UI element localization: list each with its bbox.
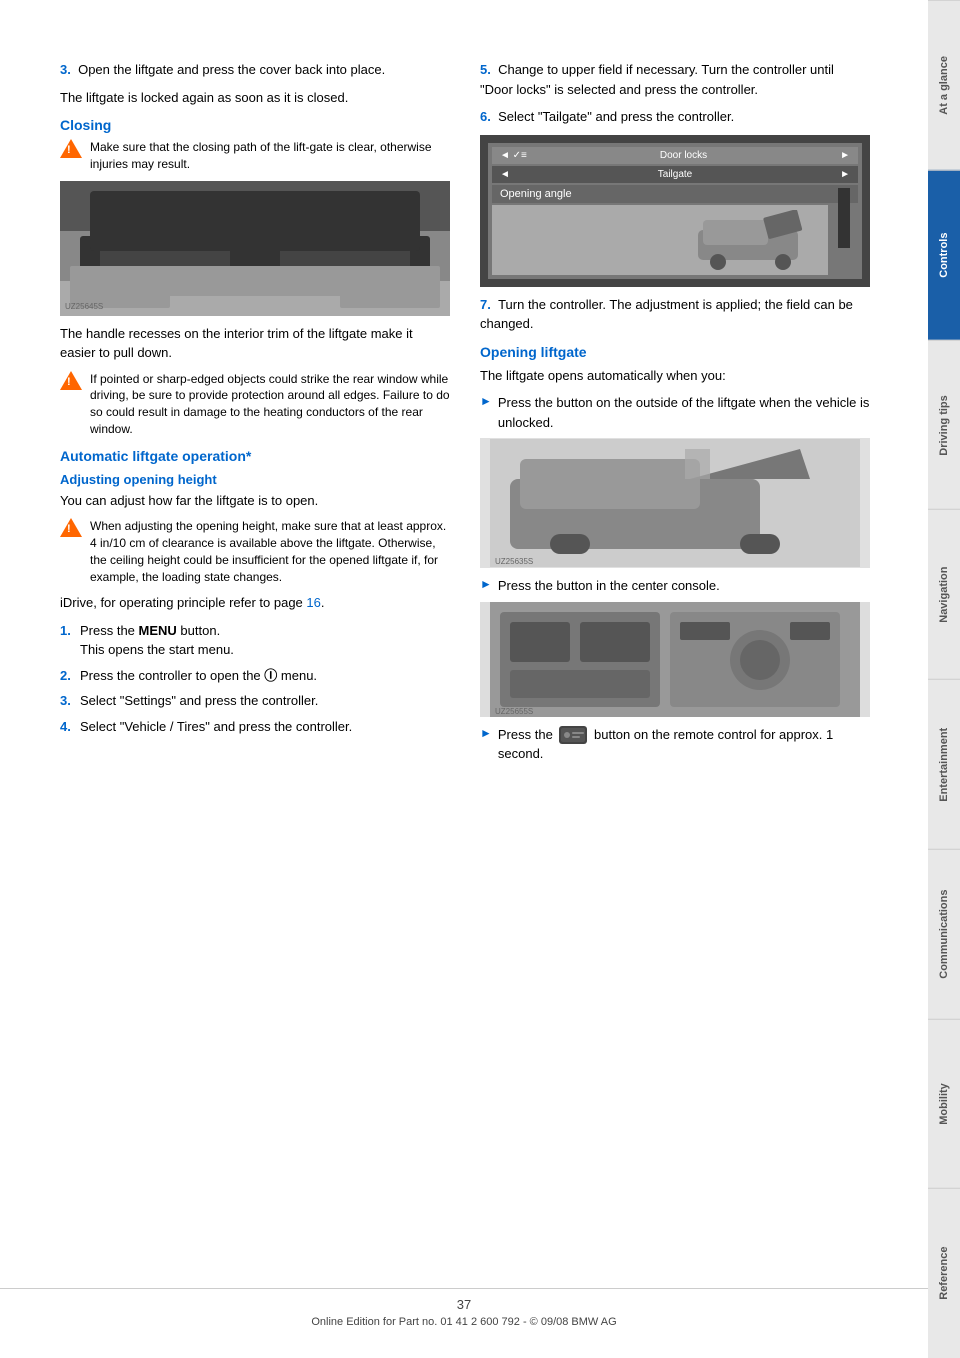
right-column: 5. Change to upper field if necessary. T… <box>480 60 870 1298</box>
step-5-text: Change to upper field if necessary. Turn… <box>480 62 834 97</box>
sharp-warning-box: If pointed or sharp-edged objects could … <box>60 371 450 438</box>
display-screen-inner: ◄ ✓≡ Door locks ► ◄ Tailgate ► Opening a… <box>488 143 862 279</box>
steps-list: 1. Press the MENU button.This opens the … <box>60 621 450 737</box>
adjusting-heading: Adjusting opening height <box>60 472 450 487</box>
door-locks-display: ◄ ✓≡ Door locks ► ◄ Tailgate ► Opening a… <box>480 135 870 287</box>
closing-warning-text: Make sure that the closing path of the l… <box>90 139 450 173</box>
auto-heading: Automatic liftgate operation* <box>60 448 450 464</box>
warning-triangle-icon <box>60 139 82 161</box>
step-5-num: 5. <box>480 62 491 77</box>
left-column: 3. Open the liftgate and press the cover… <box>60 60 450 1298</box>
sharp-warning-text: If pointed or sharp-edged objects could … <box>90 371 450 438</box>
adjusting-warning-box: When adjusting the opening height, make … <box>60 518 450 585</box>
step-3-note: The liftgate is locked again as soon as … <box>60 88 450 108</box>
bullet-arrow-3: ► <box>480 726 492 740</box>
opening-heading: Opening liftgate <box>480 344 870 360</box>
page-number: 37 <box>0 1297 928 1312</box>
step-1: 1. Press the MENU button.This opens the … <box>60 621 450 660</box>
bullet-arrow-1: ► <box>480 394 492 408</box>
step-4: 4. Select "Vehicle / Tires" and press th… <box>60 717 450 737</box>
sidebar-tab-navigation[interactable]: Navigation <box>928 509 960 679</box>
step-3-text: Open the liftgate and press the cover ba… <box>78 62 385 77</box>
main-content: 3. Open the liftgate and press the cover… <box>0 0 928 1358</box>
sidebar-tab-mobility[interactable]: Mobility <box>928 1019 960 1189</box>
liftgate-open-image: UZ25635S <box>480 438 870 568</box>
step-3b: 3. Select "Settings" and press the contr… <box>60 691 450 711</box>
opening-intro: The liftgate opens automatically when yo… <box>480 366 870 386</box>
idrive-ref-text: iDrive, for operating principle refer to… <box>60 593 450 613</box>
step-6-text: Select "Tailgate" and press the controll… <box>498 109 734 124</box>
step-3-item: 3. Open the liftgate and press the cover… <box>60 60 450 80</box>
step-6-num: 6. <box>480 109 491 124</box>
display-line-tailgate: ◄ Tailgate ► <box>492 166 858 183</box>
svg-text:UZ25635S: UZ25635S <box>495 557 533 566</box>
page-footer: 37 Online Edition for Part no. 01 41 2 6… <box>0 1288 928 1328</box>
step-3-num: 3. <box>60 62 71 77</box>
sidebar: At a glance Controls Driving tips Naviga… <box>928 0 960 1358</box>
closing-heading: Closing <box>60 117 450 133</box>
adjusting-intro: You can adjust how far the liftgate is t… <box>60 491 450 511</box>
bullet-2-text: Press the button in the center console. <box>498 576 720 596</box>
step-7-item: 7. Turn the controller. The adjustment i… <box>480 295 870 334</box>
sidebar-tab-communications[interactable]: Communications <box>928 849 960 1019</box>
bullet-3: ► Press the button on the remote control… <box>480 725 870 764</box>
page-container: 3. Open the liftgate and press the cover… <box>0 0 960 1358</box>
footer-text: Online Edition for Part no. 01 41 2 600 … <box>311 1316 616 1328</box>
bullet-1: ► Press the button on the outside of the… <box>480 393 870 432</box>
closing-warning-box: Make sure that the closing path of the l… <box>60 139 450 173</box>
adjusting-warning-text: When adjusting the opening height, make … <box>90 518 450 585</box>
sidebar-tab-reference[interactable]: Reference <box>928 1188 960 1358</box>
bullet-arrow-2: ► <box>480 577 492 591</box>
step-7-num: 7. <box>480 297 491 312</box>
sidebar-tab-driving-tips[interactable]: Driving tips <box>928 340 960 510</box>
svg-text:UZ25655S: UZ25655S <box>495 707 533 716</box>
bullet-1-text: Press the button on the outside of the l… <box>498 393 870 432</box>
bullet-3-text: Press the button on the remote control f… <box>498 725 870 764</box>
step-6-item: 6. Select "Tailgate" and press the contr… <box>480 107 870 127</box>
center-console-image: UZ25655S <box>480 602 870 717</box>
warning-triangle-icon-2 <box>60 371 82 393</box>
step-5-item: 5. Change to upper field if necessary. T… <box>480 60 870 99</box>
sidebar-tab-at-a-glance[interactable]: At a glance <box>928 0 960 170</box>
display-angle-line: Opening angle <box>492 185 858 203</box>
interior-note: The handle recesses on the interior trim… <box>60 324 450 363</box>
sidebar-tab-entertainment[interactable]: Entertainment <box>928 679 960 849</box>
svg-text:UZ25645S: UZ25645S <box>65 302 103 311</box>
display-line-doorlocks: ◄ ✓≡ Door locks ► <box>492 147 858 164</box>
bullet-2: ► Press the button in the center console… <box>480 576 870 596</box>
step-7-text: Turn the controller. The adjustment is a… <box>480 297 853 332</box>
sidebar-tab-controls[interactable]: Controls <box>928 170 960 340</box>
warning-triangle-icon-3 <box>60 518 82 540</box>
liftgate-interior-image: UZ25645S <box>60 181 450 316</box>
step-2: 2. Press the controller to open the Ⓘ me… <box>60 666 450 686</box>
